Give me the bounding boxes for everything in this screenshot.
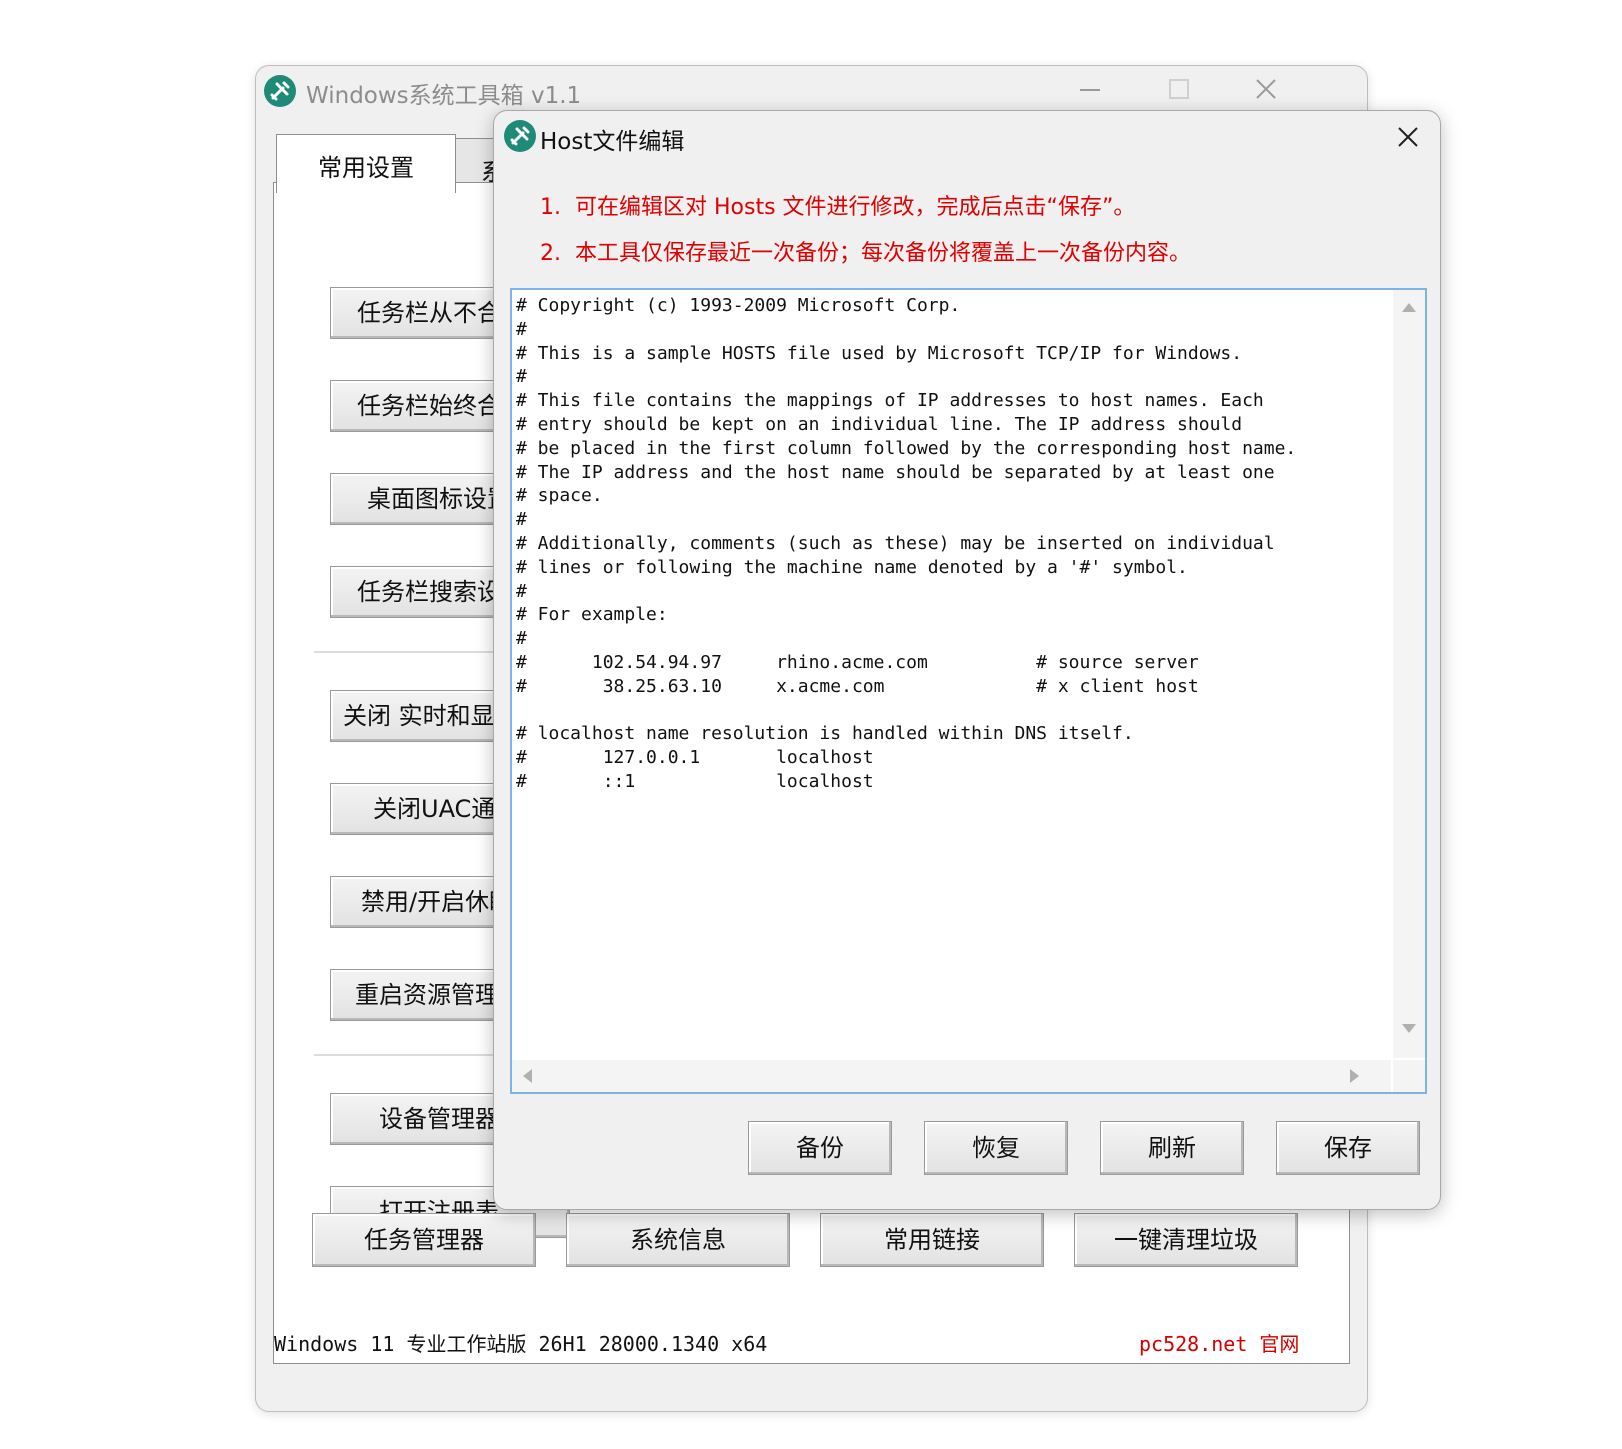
save-button[interactable]: 保存: [1276, 1121, 1420, 1175]
vertical-scrollbar[interactable]: [1393, 290, 1425, 1058]
main-window-title: Windows系统工具箱 v1.1: [306, 83, 582, 109]
hosts-editor[interactable]: # Copyright (c) 1993-2009 Microsoft Corp…: [510, 288, 1427, 1094]
one-click-clean-button[interactable]: 一键清理垃圾: [1074, 1213, 1298, 1267]
close-window-button[interactable]: [1246, 72, 1286, 108]
scrollbar-corner: [1393, 1060, 1425, 1092]
main-title-bar[interactable]: Windows系统工具箱 v1.1: [256, 66, 1367, 114]
scroll-right-icon: [1350, 1069, 1359, 1083]
notice-text: 本工具仅保存最近一次备份；每次备份将覆盖上一次备份内容。: [575, 241, 1192, 266]
button-label: 常用链接: [884, 1226, 980, 1254]
scroll-left-icon: [523, 1069, 532, 1083]
system-info-button[interactable]: 系统信息: [566, 1213, 790, 1267]
minimize-button[interactable]: [1070, 72, 1110, 108]
toolbox-app-icon: [504, 120, 536, 152]
button-label: 刷新: [1148, 1134, 1196, 1162]
hosts-text-area[interactable]: # Copyright (c) 1993-2009 Microsoft Corp…: [516, 294, 1376, 1042]
button-label: 任务管理器: [364, 1226, 484, 1254]
os-version-text: Windows 11 专业工作站版 26H1 28000.1340 x64: [274, 1332, 768, 1356]
dialog-title-bar[interactable]: Host文件编辑: [494, 111, 1440, 161]
restore-button[interactable]: 恢复: [924, 1121, 1068, 1175]
common-links-button[interactable]: 常用链接: [820, 1213, 1044, 1267]
task-manager-button[interactable]: 任务管理器: [312, 1213, 536, 1267]
dialog-title: Host文件编辑: [540, 129, 685, 155]
tab-common-settings[interactable]: 常用设置: [276, 134, 456, 193]
tab-label: 常用设置: [318, 154, 414, 182]
notice-number: 2.: [540, 241, 561, 266]
button-label: 一键清理垃圾: [1114, 1226, 1258, 1254]
website-link[interactable]: pc528.net 官网: [1139, 1328, 1299, 1357]
backup-button[interactable]: 备份: [748, 1121, 892, 1175]
scroll-up-icon: [1402, 303, 1416, 312]
notice-number: 1.: [540, 195, 561, 220]
horizontal-scrollbar[interactable]: [512, 1060, 1391, 1092]
refresh-button[interactable]: 刷新: [1100, 1121, 1244, 1175]
notice-text: 可在编辑区对 Hosts 文件进行修改，完成后点击“保存”。: [575, 195, 1136, 220]
button-label: 保存: [1324, 1134, 1372, 1162]
notice-line-2: 2. 本工具仅保存最近一次备份；每次备份将覆盖上一次备份内容。: [540, 235, 1191, 267]
close-icon: [1398, 127, 1418, 147]
notice-line-1: 1. 可在编辑区对 Hosts 文件进行修改，完成后点击“保存”。: [540, 189, 1135, 221]
button-label: 系统信息: [630, 1226, 726, 1254]
toolbox-app-icon: [264, 75, 296, 107]
button-label: 恢复: [972, 1134, 1020, 1162]
host-edit-dialog: Host文件编辑 1. 可在编辑区对 Hosts 文件进行修改，完成后点击“保存”…: [493, 110, 1441, 1210]
button-label: 备份: [796, 1134, 844, 1162]
scroll-down-icon: [1402, 1024, 1416, 1033]
maximize-button[interactable]: [1158, 72, 1198, 108]
dialog-close-button[interactable]: [1392, 121, 1424, 153]
